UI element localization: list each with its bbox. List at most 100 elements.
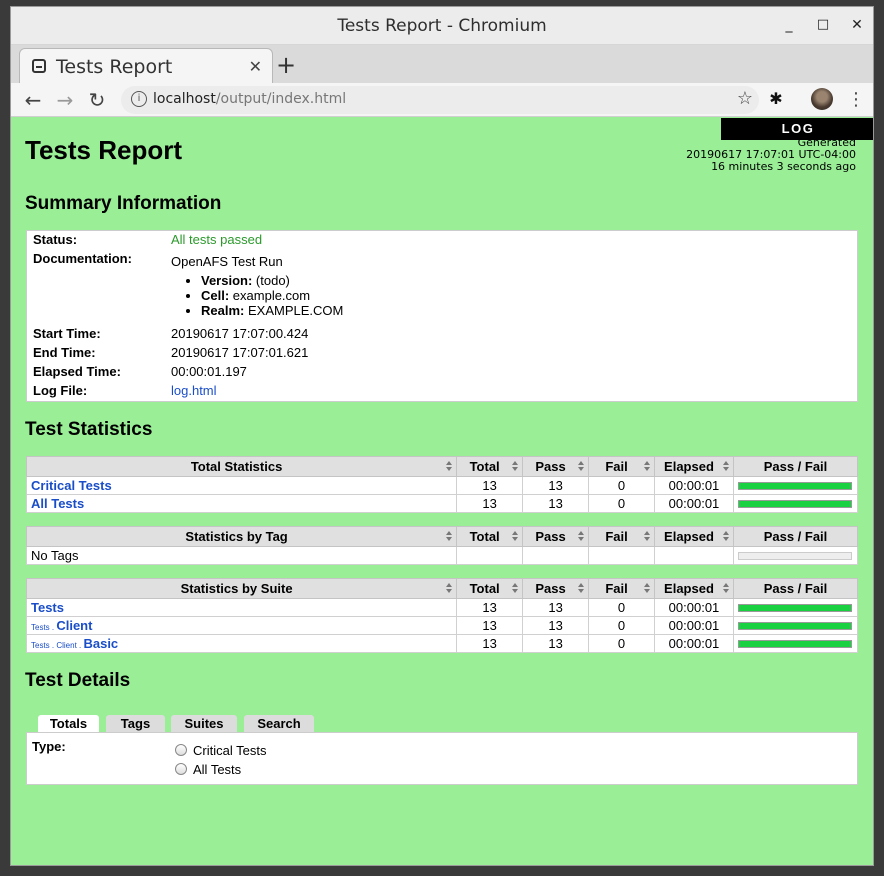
info-icon[interactable]: i	[131, 91, 147, 107]
address-bar[interactable]: i localhost/output/index.html ☆	[121, 86, 759, 114]
fail-cell: 0	[588, 616, 655, 635]
menu-icon[interactable]: ⋮	[847, 89, 865, 110]
robot-favicon-icon	[32, 59, 46, 73]
table-row: No Tags	[25, 546, 859, 565]
stat-name-link[interactable]: All Tests	[31, 496, 84, 511]
sort-icon	[512, 531, 519, 542]
header-label: Fail	[605, 581, 628, 596]
header-label: Elapsed	[664, 581, 714, 596]
browser-tab[interactable]: Tests Report ✕	[19, 48, 273, 83]
tab-close-icon[interactable]: ✕	[249, 57, 262, 76]
start-time-value: 20190617 17:07:00.424	[171, 326, 309, 341]
pass-bar-fill	[739, 500, 852, 507]
stat-name: Critical Tests	[31, 478, 112, 493]
radio-label: Critical Tests	[193, 743, 267, 758]
pass-fail-cell	[732, 616, 859, 635]
pass-cell: 13	[522, 476, 590, 495]
start-time-label: Start Time:	[33, 326, 101, 341]
sort-icon	[722, 531, 729, 542]
status-label: Status:	[33, 232, 78, 247]
radio-option-critical[interactable]: Critical Tests	[175, 743, 266, 758]
minimize-button[interactable]: _	[781, 17, 797, 33]
empty-cell	[522, 546, 590, 565]
total-column-header[interactable]: Total	[456, 578, 524, 599]
fail-column-header[interactable]: Fail	[588, 456, 655, 477]
url-path: /output/index.html	[215, 91, 347, 107]
details-heading: Test Details	[25, 670, 131, 691]
close-window-button[interactable]: ✕	[849, 17, 865, 33]
extension-icon[interactable]: ✱	[767, 90, 785, 108]
name-cell: Tests . Client . Basic	[25, 634, 458, 653]
new-tab-button[interactable]: +	[273, 51, 299, 79]
total-column-header[interactable]: Total	[456, 456, 524, 477]
star-icon[interactable]: ☆	[737, 88, 753, 109]
pass-column-header[interactable]: Pass	[522, 526, 590, 547]
maximize-button[interactable]: □	[815, 17, 831, 33]
pass-bar-fill	[739, 640, 852, 647]
table-row: Tests 13 13 0 00:00:01	[25, 598, 859, 617]
sort-icon	[722, 583, 729, 594]
forward-icon[interactable]: →	[53, 88, 77, 112]
sort-icon	[512, 461, 519, 472]
radio-button[interactable]	[175, 744, 187, 756]
pass-fail-column-header: Pass / Fail	[732, 526, 859, 547]
radio-option-all[interactable]: All Tests	[175, 762, 241, 777]
pass-fail-bar	[738, 639, 853, 648]
total-statistics-header[interactable]: Total Statistics	[25, 456, 458, 477]
avatar[interactable]	[811, 88, 833, 110]
title-bar: Tests Report - Chromium _ □ ✕	[11, 7, 873, 45]
documentation-cell: OpenAFS Test Run Version: (todo) Cell: e…	[165, 251, 349, 326]
tab-suites[interactable]: Suites	[171, 715, 237, 732]
header-label: Fail	[605, 459, 628, 474]
elapsed-column-header[interactable]: Elapsed	[654, 578, 734, 599]
sort-icon	[578, 531, 585, 542]
pass-bar-fill	[739, 622, 852, 629]
sort-icon	[446, 531, 453, 542]
version-value: (todo)	[255, 273, 290, 288]
elapsed-column-header[interactable]: Elapsed	[654, 456, 734, 477]
fail-column-header[interactable]: Fail	[588, 526, 655, 547]
log-file-link[interactable]: log.html	[171, 383, 217, 398]
summary-box: Status: All tests passed Documentation: …	[26, 230, 858, 402]
tag-statistics-header[interactable]: Statistics by Tag	[25, 526, 458, 547]
name-cell: All Tests	[25, 494, 458, 513]
url-text[interactable]: localhost/output/index.html	[153, 91, 346, 107]
stat-name-link[interactable]: Tests	[31, 600, 64, 615]
radio-button[interactable]	[175, 763, 187, 775]
fail-cell: 0	[588, 598, 655, 617]
sort-icon	[446, 461, 453, 472]
header-label: Total	[469, 459, 500, 474]
header-label: Pass	[535, 581, 566, 596]
fail-cell: 0	[588, 494, 655, 513]
name-cell: Tests	[25, 598, 458, 617]
pass-fail-column-header: Pass / Fail	[732, 578, 859, 599]
total-statistics-table: Total Statistics Total Pass Fail Elapsed…	[25, 456, 859, 513]
sort-icon	[644, 583, 650, 594]
fail-column-header[interactable]: Fail	[588, 578, 655, 599]
reload-icon[interactable]: ↻	[85, 88, 109, 112]
status-row: Status: All tests passed	[27, 232, 349, 251]
header-label: Total	[469, 529, 500, 544]
suite-statistics-header[interactable]: Statistics by Suite	[25, 578, 458, 599]
window-title: Tests Report - Chromium	[337, 16, 547, 36]
name-cell: Critical Tests	[25, 476, 458, 495]
stat-name-link[interactable]: Tests . Client	[31, 618, 92, 633]
sort-icon	[578, 583, 585, 594]
stat-name-link[interactable]: Critical Tests	[31, 478, 112, 493]
end-time-value: 20190617 17:07:01.621	[171, 345, 309, 360]
empty-cell	[654, 546, 734, 565]
pass-column-header[interactable]: Pass	[522, 456, 590, 477]
log-file-label: Log File:	[33, 383, 88, 398]
back-icon[interactable]: ←	[21, 88, 45, 112]
list-item: Cell: example.com	[201, 288, 343, 303]
elapsed-column-header[interactable]: Elapsed	[654, 526, 734, 547]
tab-search[interactable]: Search	[244, 715, 314, 732]
sort-icon	[722, 461, 729, 472]
list-item: Realm: EXAMPLE.COM	[201, 303, 343, 318]
statistics-heading: Test Statistics	[25, 419, 153, 440]
pass-column-header[interactable]: Pass	[522, 578, 590, 599]
total-column-header[interactable]: Total	[456, 526, 524, 547]
pass-cell: 13	[522, 634, 590, 653]
tab-tags[interactable]: Tags	[106, 715, 165, 732]
stat-name-link[interactable]: Tests . Client . Basic	[31, 636, 118, 651]
